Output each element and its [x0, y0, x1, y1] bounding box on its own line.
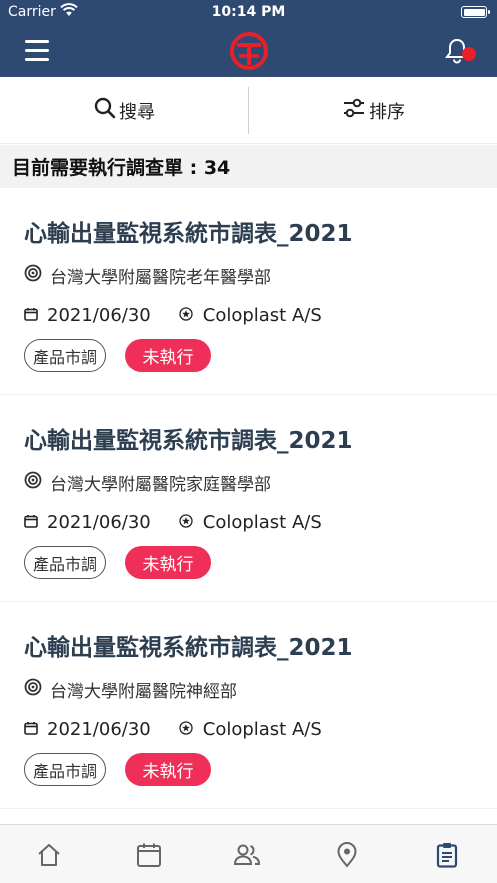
clipboard-icon[interactable]: [431, 839, 463, 871]
star-badge-icon: [179, 305, 203, 326]
survey-card[interactable]: 心輸出量監視系統市調表_2021 台灣大學附屬醫院神經部 2021/06/30 …: [0, 602, 497, 809]
notification-dot: [462, 47, 476, 61]
star-badge-icon: [179, 512, 203, 533]
client-name: Coloplast A/S: [202, 305, 322, 326]
search-icon: [93, 96, 119, 125]
star-badge-icon: [179, 719, 203, 740]
search-button[interactable]: 搜尋: [0, 77, 248, 144]
client-name: Coloplast A/S: [202, 512, 322, 533]
survey-list: 心輸出量監視系統市調表_2021 台灣大學附屬醫院老年醫學部 2021/06/3…: [0, 188, 497, 809]
survey-title: 心輸出量監視系統市調表_2021: [24, 221, 353, 247]
organization-name: 台灣大學附屬醫院老年醫學部: [50, 268, 271, 288]
survey-title: 心輸出量監視系統市調表_2021: [24, 635, 353, 661]
calendar-icon: [24, 719, 38, 740]
type-tag: 產品市調: [24, 753, 107, 786]
calendar-icon: [24, 512, 38, 533]
clock-time: 10:14 PM: [211, 4, 286, 20]
type-tag: 產品市調: [24, 546, 107, 579]
sliders-icon: [341, 96, 369, 125]
sort-button-label: 排序: [369, 101, 405, 123]
calendar-icon: [24, 305, 38, 326]
type-tag: 產品市調: [24, 339, 107, 372]
survey-card[interactable]: 心輸出量監視系統市調表_2021 台灣大學附屬醫院老年醫學部 2021/06/3…: [0, 188, 497, 395]
battery-icon: [461, 6, 490, 18]
status-badge: 未執行: [125, 339, 212, 372]
calendar-icon[interactable]: [133, 839, 165, 871]
hamburger-menu-icon[interactable]: [22, 38, 52, 64]
organization-name: 台灣大學附屬醫院家庭醫學部: [50, 475, 271, 495]
due-date: 2021/06/30: [47, 305, 151, 326]
search-button-label: 搜尋: [119, 101, 155, 123]
home-icon[interactable]: [33, 839, 65, 871]
sort-button[interactable]: 排序: [249, 77, 497, 144]
brand-logo-icon: [229, 31, 269, 71]
status-badge: 未執行: [125, 546, 212, 579]
target-icon: [24, 264, 50, 287]
survey-count-heading: 目前需要執行調查單 : 34: [0, 145, 497, 188]
location-pin-icon[interactable]: [331, 839, 363, 871]
target-icon: [24, 678, 50, 701]
nav-bar: [0, 24, 497, 77]
bottom-tab-bar: [0, 824, 497, 883]
status-badge: 未執行: [125, 753, 212, 786]
organization-name: 台灣大學附屬醫院神經部: [50, 682, 237, 702]
survey-title: 心輸出量監視系統市調表_2021: [24, 428, 353, 454]
status-bar: Carrier 10:14 PM: [0, 0, 497, 24]
target-icon: [24, 471, 50, 494]
client-name: Coloplast A/S: [202, 719, 322, 740]
due-date: 2021/06/30: [47, 719, 151, 740]
survey-card[interactable]: 心輸出量監視系統市調表_2021 台灣大學附屬醫院家庭醫學部 2021/06/3…: [0, 395, 497, 602]
bell-icon[interactable]: [442, 36, 478, 68]
people-icon[interactable]: [231, 839, 263, 871]
due-date: 2021/06/30: [47, 512, 151, 533]
toolbar: 搜尋 排序: [0, 77, 497, 144]
